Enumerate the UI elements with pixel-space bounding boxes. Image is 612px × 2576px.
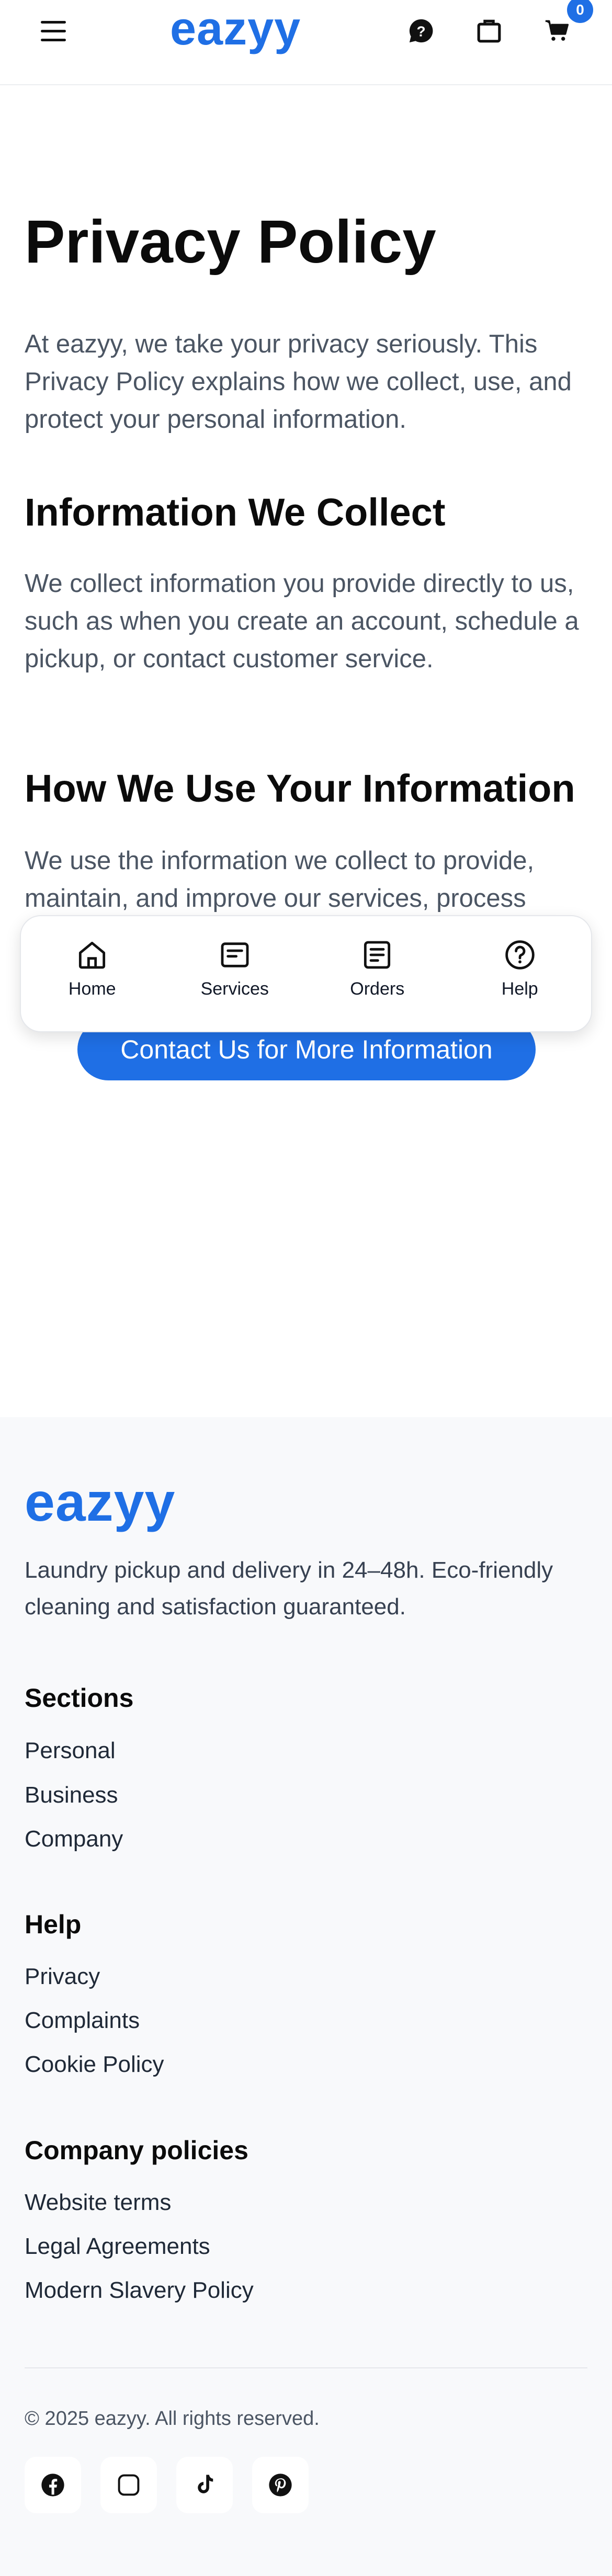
footer-link-modern-slavery[interactable]: Modern Slavery Policy [25, 2275, 254, 2306]
footer-link-cookie-policy[interactable]: Cookie Policy [25, 2049, 164, 2080]
footer-divider [25, 2367, 587, 2368]
footer-link-personal[interactable]: Personal [25, 1735, 116, 1766]
footer-link-company[interactable]: Company [25, 1823, 123, 1855]
instagram-icon[interactable] [100, 2457, 157, 2513]
intro-paragraph: At eazyy, we take your privacy seriously… [25, 330, 572, 434]
nav-label: Orders [350, 979, 405, 999]
home-icon [79, 941, 106, 969]
footer-link-business[interactable]: Business [25, 1780, 118, 1811]
nav-item-orders[interactable]: Orders [306, 916, 449, 1031]
section-body: We use the information we collect to pro… [25, 847, 535, 913]
bag-icon[interactable] [471, 13, 507, 49]
section-body: We collect information you provide direc… [25, 569, 579, 673]
cart-count-badge: 0 [567, 0, 593, 23]
svg-text:?: ? [416, 24, 425, 40]
help-icon [505, 940, 535, 970]
section-heading: How We Use Your Information [25, 767, 575, 810]
footer-logo[interactable]: eazyy [25, 1468, 175, 1536]
footer-heading-help: Help [25, 1910, 82, 1939]
nav-label: Help [501, 979, 538, 999]
nav-item-home[interactable]: Home [21, 916, 164, 1031]
brand-logo[interactable]: eazyy [170, 0, 301, 58]
footer-link-complaints[interactable]: Complaints [25, 2005, 140, 2036]
section-heading: Information We Collect [25, 491, 446, 534]
nav-item-services[interactable]: Services [164, 916, 307, 1031]
footer-heading-company-policies: Company policies [25, 2136, 248, 2165]
nav-label: Home [68, 979, 116, 999]
menu-icon[interactable] [38, 19, 69, 44]
nav-label: Services [200, 979, 269, 999]
copyright-text: © 2025 eazyy. All rights reserved. [25, 2408, 320, 2430]
nav-item-help[interactable]: Help [449, 916, 592, 1031]
services-icon [221, 942, 249, 967]
page-title: Privacy Policy [25, 208, 436, 276]
tiktok-icon[interactable] [176, 2457, 233, 2513]
orders-icon [364, 941, 391, 969]
footer-link-legal-agreements[interactable]: Legal Agreements [25, 2231, 210, 2262]
facebook-icon[interactable] [25, 2457, 81, 2513]
bottom-navigation: Home Services Orders Help [20, 915, 592, 1032]
chat-help-icon[interactable]: ? [403, 13, 439, 49]
footer-heading-sections: Sections [25, 1683, 134, 1713]
site-header: eazyy ? 0 [0, 0, 612, 85]
footer-link-privacy[interactable]: Privacy [25, 1961, 100, 1992]
footer-tagline: Laundry pickup and delivery in 24–48h. E… [25, 1557, 553, 1620]
footer-link-website-terms[interactable]: Website terms [25, 2187, 171, 2218]
pinterest-icon[interactable] [252, 2457, 309, 2513]
